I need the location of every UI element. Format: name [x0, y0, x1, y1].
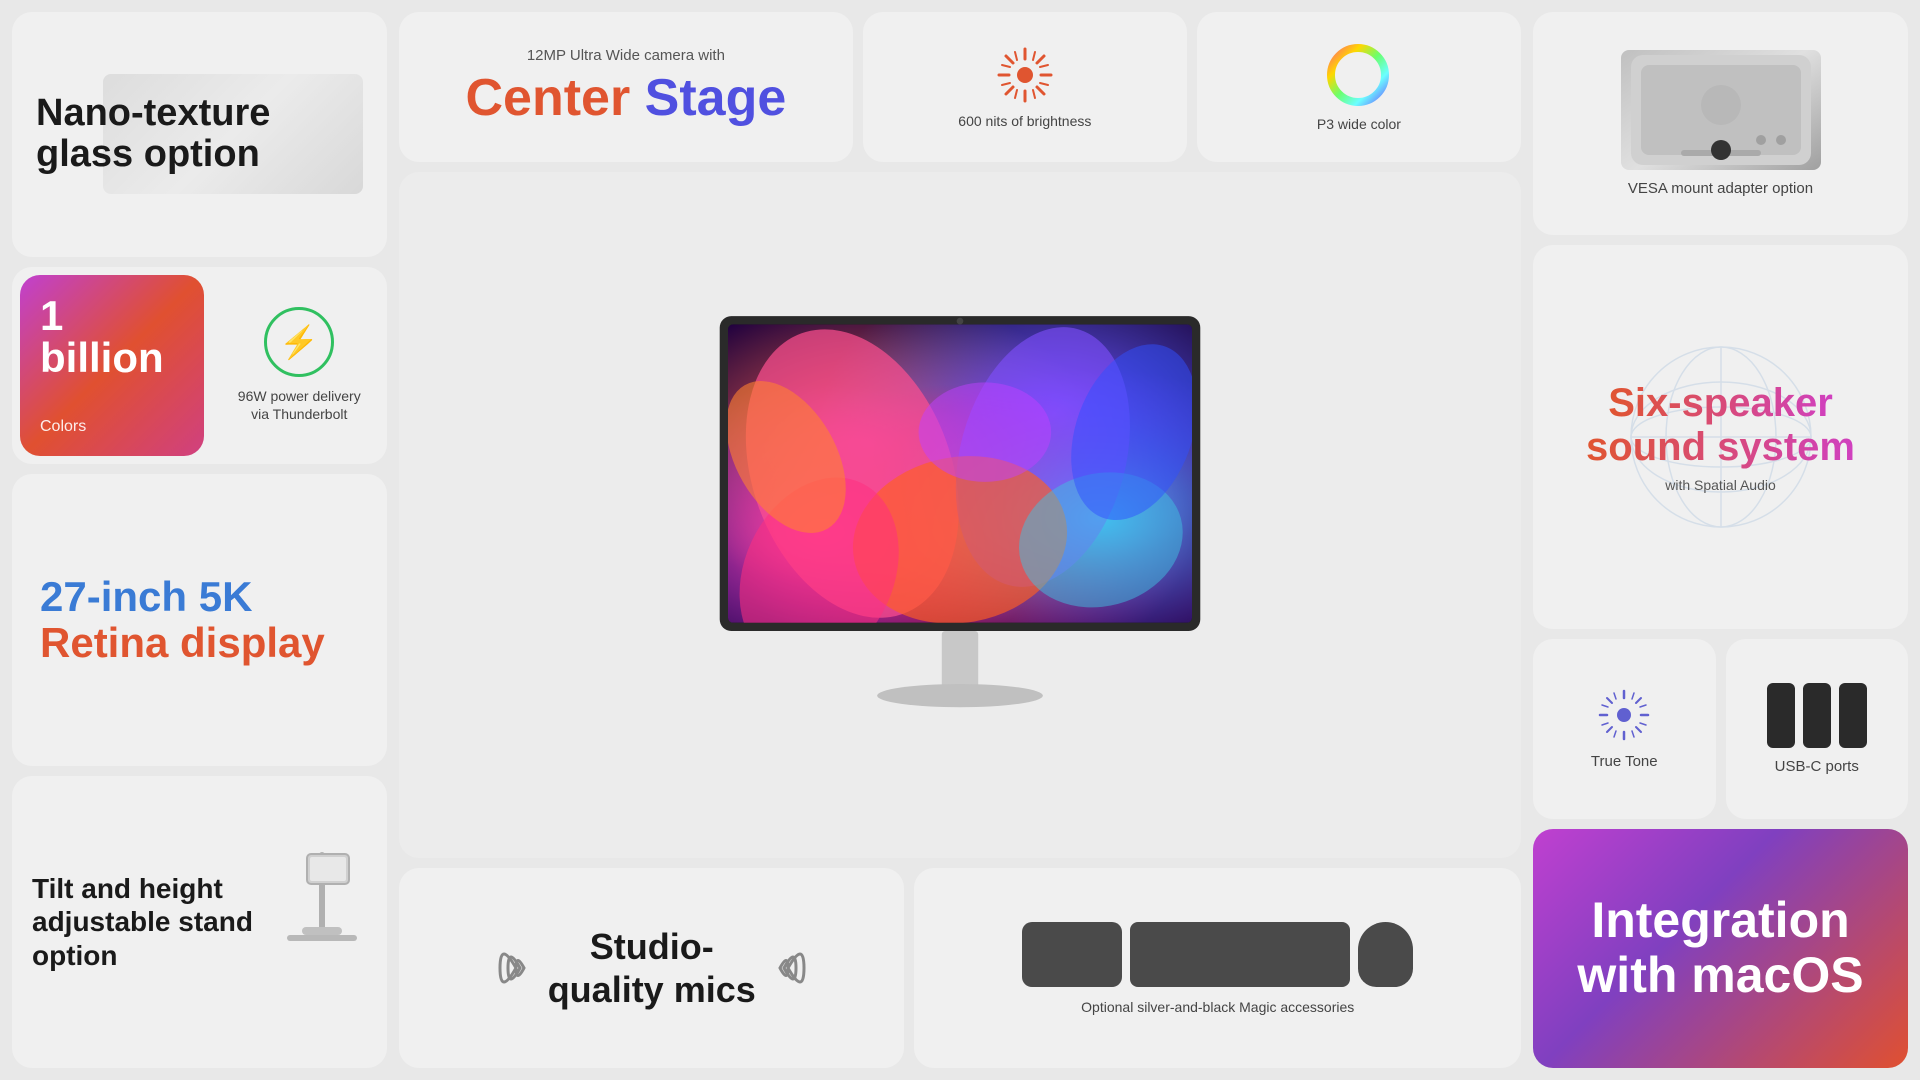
mics-line1: Studio- — [590, 926, 714, 967]
retina-line2: Retina display — [40, 619, 325, 666]
card-accessories: Optional silver-and-black Magic accessor… — [914, 868, 1521, 1068]
mics-line2: quality mics — [548, 969, 756, 1010]
usb-port-3 — [1839, 683, 1867, 748]
cs-stage: Stage — [630, 69, 786, 127]
vesa-label: VESA mount adapter option — [1628, 180, 1813, 197]
accessories-label: Optional silver-and-black Magic accessor… — [1081, 999, 1354, 1015]
six-speaker-line1: Six-speaker — [1608, 381, 1833, 425]
stand-title: Tilt and height adjustable stand option — [32, 872, 267, 973]
monitor-svg — [670, 172, 1250, 858]
left-column: Nano-texture glass option 1 billion Colo… — [12, 12, 387, 1068]
card-usb: USB-C ports — [1726, 639, 1909, 819]
stand-image — [277, 852, 367, 992]
usb-ports-group — [1767, 683, 1867, 748]
card-macos: Integration with macOS — [1533, 829, 1908, 1068]
macos-line2: with macOS — [1577, 947, 1863, 1003]
mouse — [1358, 922, 1413, 987]
mic-area: Studio- quality mics — [492, 925, 812, 1011]
card-monitor — [399, 172, 1521, 858]
mic-waves-left — [492, 938, 532, 998]
card-vesa: VESA mount adapter option — [1533, 12, 1908, 235]
card-brightness: 600 nits of brightness — [863, 12, 1187, 162]
card-six-speaker: Six-speaker sound system with Spatial Au… — [1533, 245, 1908, 629]
card-nano-texture: Nano-texture glass option — [12, 12, 387, 257]
retina-title: 27-inch 5K Retina display — [40, 574, 325, 666]
p3-icon — [1326, 43, 1391, 108]
billion-label: Colors — [40, 418, 184, 436]
stand-svg — [282, 852, 362, 992]
brightness-label: 600 nits of brightness — [958, 113, 1091, 129]
card-retina: 27-inch 5K Retina display — [12, 474, 387, 766]
right-column: VESA mount adapter option Six-speaker so… — [1533, 12, 1908, 1068]
six-speaker-title: Six-speaker sound system — [1586, 381, 1855, 469]
p3-label: P3 wide color — [1317, 116, 1401, 132]
billion-number: 1 billion — [40, 295, 184, 379]
usb-port-1 — [1767, 683, 1795, 748]
card-tone-usb: True Tone USB-C ports — [1533, 639, 1908, 819]
card-true-tone: True Tone — [1533, 639, 1716, 819]
spatial-audio-label: with Spatial Audio — [1665, 477, 1776, 493]
macos-line1: Integration — [1591, 892, 1849, 948]
camera-subtitle: 12MP Ultra Wide camera with — [527, 47, 725, 64]
power-label: 96W power delivery via Thunderbolt — [228, 387, 372, 423]
keyboard — [1130, 922, 1350, 987]
center-stage-title: Center Stage — [465, 68, 786, 128]
card-p3: P3 wide color — [1197, 12, 1521, 162]
power-icon: ⚡ — [264, 307, 334, 377]
card-billion-power: 1 billion Colors ⚡ 96W power delivery vi… — [12, 267, 387, 464]
usb-port-2 — [1803, 683, 1831, 748]
cs-center: Center — [465, 69, 630, 127]
card-center-stage: 12MP Ultra Wide camera with Center Stage — [399, 12, 853, 162]
six-speaker-line2: sound system — [1586, 425, 1855, 469]
card-billion: 1 billion Colors — [20, 275, 204, 456]
vesa-image — [1621, 50, 1821, 170]
bottom-row: Studio- quality mics Optional silver-and… — [399, 868, 1521, 1068]
vesa-svg — [1621, 50, 1821, 170]
card-power: ⚡ 96W power delivery via Thunderbolt — [212, 267, 388, 464]
usb-label: USB-C ports — [1775, 758, 1859, 775]
mics-title: Studio- quality mics — [548, 925, 756, 1011]
brightness-icon — [995, 45, 1055, 105]
card-mics: Studio- quality mics — [399, 868, 904, 1068]
true-tone-icon — [1597, 688, 1652, 743]
macos-title: Integration with macOS — [1577, 893, 1863, 1003]
card-stand: Tilt and height adjustable stand option — [12, 776, 387, 1068]
center-column: 12MP Ultra Wide camera with Center Stage — [399, 12, 1521, 1068]
nano-texture-title: Nano-texture glass option — [36, 93, 363, 177]
mic-waves-right — [772, 938, 812, 998]
accessories-image — [1022, 922, 1413, 987]
retina-line1: 27-inch 5K — [40, 573, 252, 620]
true-tone-label: True Tone — [1591, 753, 1658, 770]
trackpad — [1022, 922, 1122, 987]
